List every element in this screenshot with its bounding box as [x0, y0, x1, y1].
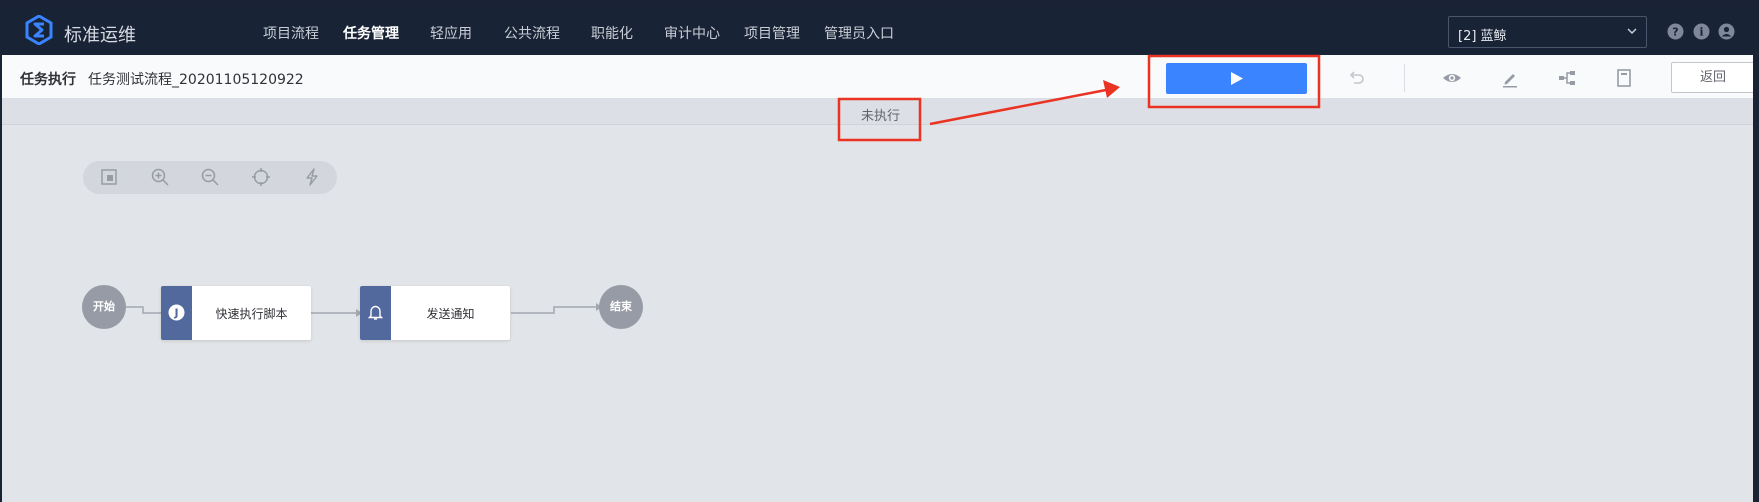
- node-type-strip: [360, 286, 391, 340]
- toolbar-divider: [1404, 64, 1405, 92]
- node-tree-icon[interactable]: [1556, 67, 1578, 89]
- select-icon[interactable]: [99, 167, 119, 187]
- nav-item-project-management[interactable]: 项目管理: [744, 23, 800, 43]
- revoke-icon[interactable]: [1345, 67, 1367, 89]
- view-icon[interactable]: [1441, 67, 1463, 89]
- user-icon[interactable]: [1718, 23, 1735, 40]
- status-bar: 未执行: [2, 99, 1753, 125]
- logo-icon[interactable]: [24, 15, 54, 45]
- nav-item-admin-entry[interactable]: 管理员入口: [824, 23, 894, 43]
- document-icon[interactable]: [1613, 67, 1635, 89]
- info-icon[interactable]: i: [1693, 23, 1710, 40]
- task-name: 任务测试流程_20201105120922: [88, 72, 304, 88]
- flow-node-script[interactable]: J 快速执行脚本: [161, 286, 311, 340]
- svg-text:?: ?: [1672, 26, 1678, 39]
- bell-icon: [368, 305, 383, 320]
- nav-item-project-flow[interactable]: 项目流程: [263, 23, 319, 43]
- play-icon: [1231, 72, 1243, 85]
- reset-position-icon[interactable]: [251, 167, 271, 187]
- nav-item-audit-center[interactable]: 审计中心: [664, 23, 720, 43]
- nav-item-common-flow[interactable]: 公共流程: [504, 23, 560, 43]
- business-select[interactable]: [2] 蓝鲸: [1448, 16, 1647, 48]
- svg-text:i: i: [1699, 26, 1703, 39]
- business-select-value: [2] 蓝鲸: [1458, 29, 1507, 44]
- help-icon[interactable]: ?: [1667, 23, 1684, 40]
- nav-item-functional[interactable]: 职能化: [591, 23, 633, 43]
- top-navigation: 标准运维 项目流程 任务管理 轻应用 公共流程 职能化 审计中心 项目管理 管理…: [2, 4, 1753, 55]
- flow-node-notify[interactable]: 发送通知: [360, 286, 510, 340]
- job-j-icon: J: [168, 304, 185, 321]
- page-title: 任务执行: [20, 72, 76, 88]
- back-button[interactable]: 返回: [1671, 62, 1753, 93]
- nav-item-light-app[interactable]: 轻应用: [430, 23, 472, 43]
- execute-button[interactable]: [1166, 63, 1307, 94]
- zoom-out-icon[interactable]: [200, 167, 220, 187]
- end-node[interactable]: 结束: [599, 285, 643, 329]
- node-label: 快速执行脚本: [215, 307, 288, 321]
- start-node[interactable]: 开始: [82, 285, 126, 329]
- app-window: 标准运维 项目流程 任务管理 轻应用 公共流程 职能化 审计中心 项目管理 管理…: [2, 4, 1753, 502]
- chevron-down-icon: [1627, 28, 1637, 35]
- nav-item-task-management[interactable]: 任务管理: [343, 23, 399, 43]
- node-type-strip: J: [161, 286, 192, 340]
- lightning-icon[interactable]: [302, 167, 322, 187]
- svg-text:J: J: [173, 307, 178, 320]
- node-label: 发送通知: [426, 307, 475, 321]
- zoom-in-icon[interactable]: [150, 167, 170, 187]
- task-status: 未执行: [861, 109, 901, 124]
- brand-title[interactable]: 标准运维: [64, 21, 136, 47]
- edit-icon[interactable]: [1499, 67, 1521, 89]
- task-toolbar: 任务执行 任务测试流程_20201105120922 返回: [2, 55, 1753, 99]
- canvas-tool-panel: [83, 161, 337, 194]
